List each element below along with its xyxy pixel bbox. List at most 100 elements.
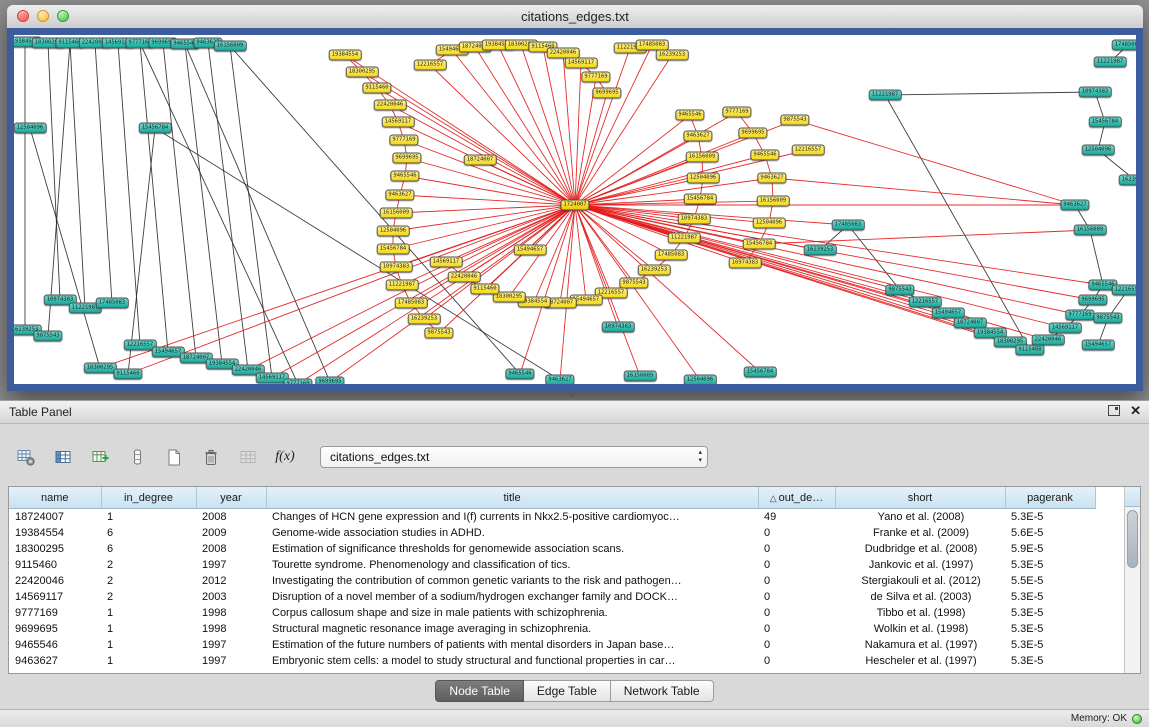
black-edge[interactable] [140, 43, 168, 352]
red-edge[interactable] [575, 45, 652, 205]
black-edge[interactable] [230, 46, 272, 378]
table-row[interactable]: 911546021997Tourette syndrome. Phenomeno… [9, 557, 1095, 573]
red-edge[interactable] [521, 45, 575, 205]
tab-node-table[interactable]: Node Table [435, 680, 524, 702]
table-row[interactable]: 1872400712008Changes of HCN gene express… [9, 509, 1095, 526]
graph-node[interactable]: 9115460 [362, 83, 391, 94]
graph-node[interactable]: 11221987 [1094, 57, 1127, 68]
black-edge[interactable] [163, 43, 196, 358]
red-edge[interactable] [377, 88, 575, 205]
graph-node[interactable]: 15456784 [743, 239, 776, 250]
graph-node[interactable]: 15456784 [377, 244, 410, 255]
graph-node[interactable]: 9465546 [505, 369, 534, 380]
black-edge[interactable] [230, 46, 520, 374]
graph-node[interactable]: 14569117 [1049, 323, 1082, 334]
graph-node[interactable]: 10974383 [380, 262, 413, 273]
table-row[interactable]: 946554611997Estimation of the future num… [9, 637, 1095, 653]
graph-node[interactable]: 17485083 [832, 220, 865, 231]
graph-node[interactable]: 14569117 [382, 117, 415, 128]
graph-node[interactable]: 9875543 [885, 285, 914, 296]
graph-node[interactable]: 17485083 [655, 250, 688, 261]
show-columns-icon[interactable] [49, 444, 77, 470]
red-edge[interactable] [563, 53, 575, 205]
graph-node[interactable]: 9699695 [592, 88, 621, 99]
graph-node[interactable]: 9463627 [757, 173, 786, 184]
red-edge[interactable] [759, 230, 1090, 244]
graph-node[interactable]: 17485083 [96, 298, 129, 309]
float-panel-icon[interactable] [1108, 405, 1120, 416]
graph-node[interactable]: 16239253 [408, 314, 441, 325]
graph-node[interactable]: 9115460 [1015, 345, 1044, 356]
column-header-pagerank[interactable]: pagerank [1005, 487, 1095, 509]
table-row[interactable]: 1938455462009Genome-wide association stu… [9, 525, 1095, 541]
graph-node[interactable]: 18300295 [84, 363, 117, 374]
graph-node[interactable]: 9699695 [738, 128, 767, 139]
red-edge[interactable] [575, 155, 765, 205]
black-edge[interactable] [95, 43, 112, 303]
graph-node[interactable]: 9875543 [780, 115, 809, 126]
graph-node[interactable]: 19384554 [329, 50, 362, 61]
panel-resize-handle[interactable]: ▾ [563, 393, 579, 400]
red-edge[interactable] [560, 205, 575, 380]
black-edge[interactable] [48, 43, 70, 336]
graph-node[interactable]: 9699695 [392, 153, 421, 164]
close-panel-icon[interactable]: ✕ [1130, 404, 1141, 417]
graph-node[interactable]: 15494657 [514, 245, 547, 256]
graph-node[interactable]: 16156009 [624, 371, 657, 382]
graph-node[interactable]: 9777169 [581, 72, 610, 83]
table-selector-dropdown[interactable]: citations_edges.txt ▴▾ [320, 446, 708, 468]
table-row[interactable]: 1456911722003Disruption of a novel membe… [9, 589, 1095, 605]
tab-edge-table[interactable]: Edge Table [524, 680, 611, 702]
graph-node[interactable]: 12216557 [909, 297, 942, 308]
graph-node[interactable]: 9777169 [722, 107, 751, 118]
table-row[interactable]: 946362711997Embryonic stem cells: a mode… [9, 653, 1095, 669]
graph-node[interactable]: 12504096 [1082, 145, 1115, 156]
red-edge[interactable] [128, 205, 575, 374]
graph-node[interactable]: 11221987 [386, 280, 419, 291]
graph-node[interactable]: 9465546 [390, 171, 419, 182]
delete-icon[interactable] [197, 444, 225, 470]
rows-icon[interactable] [123, 444, 151, 470]
column-header-short[interactable]: short [835, 487, 1005, 509]
graph-node[interactable]: 10974383 [602, 322, 635, 333]
graph-node[interactable]: 9463627 [683, 131, 712, 142]
new-document-icon[interactable] [160, 444, 188, 470]
column-header-in_degree[interactable]: in_degree [101, 487, 196, 509]
network-canvas[interactable]: 1724007193845541830029591154602242004614… [7, 28, 1143, 391]
graph-node[interactable]: 16156009 [686, 152, 719, 163]
graph-node[interactable]: 9875543 [1093, 313, 1122, 324]
graph-node[interactable]: 12504096 [377, 226, 410, 237]
red-edge[interactable] [345, 55, 575, 205]
graph-node[interactable]: 16239253 [656, 50, 689, 61]
graph-node[interactable]: 14569117 [565, 58, 598, 69]
graph-node[interactable]: 17485083 [395, 298, 428, 309]
graph-node[interactable]: 9115460 [113, 369, 142, 380]
red-edge[interactable] [298, 205, 575, 384]
graph-node[interactable]: 9115460 [470, 284, 499, 295]
graph-node[interactable]: 18300295 [346, 67, 379, 78]
graph-node[interactable]: 9699695 [1078, 295, 1107, 306]
graph-node[interactable]: 17485083 [1112, 40, 1143, 51]
column-header-out_de[interactable]: △out_de… [758, 487, 835, 509]
function-builder-icon[interactable]: f(x) [271, 444, 299, 470]
black-edge[interactable] [70, 43, 85, 308]
red-edge[interactable] [575, 205, 618, 327]
black-edge[interactable] [208, 43, 248, 370]
add-column-icon[interactable] [86, 444, 114, 470]
black-edge[interactable] [1090, 230, 1103, 285]
black-edge[interactable] [185, 44, 222, 364]
graph-node[interactable]: 12216557 [792, 145, 825, 156]
column-header-title[interactable]: title [266, 487, 758, 509]
red-edge[interactable] [543, 47, 575, 205]
graph-node[interactable]: 12504096 [684, 375, 717, 386]
graph-node[interactable]: 10974383 [678, 214, 711, 225]
table-row[interactable]: 2242004622012Investigating the contribut… [9, 573, 1095, 589]
graph-node[interactable]: 11221987 [668, 233, 701, 244]
graph-node[interactable]: 12504096 [687, 173, 720, 184]
graph-node[interactable]: 16156009 [380, 208, 413, 219]
graph-node[interactable]: 9463627 [545, 375, 574, 386]
red-edge[interactable] [575, 63, 581, 205]
red-edge[interactable] [100, 205, 575, 368]
table-row[interactable]: 969969511998Structural magnetic resonanc… [9, 621, 1095, 637]
red-edge[interactable] [575, 201, 773, 205]
